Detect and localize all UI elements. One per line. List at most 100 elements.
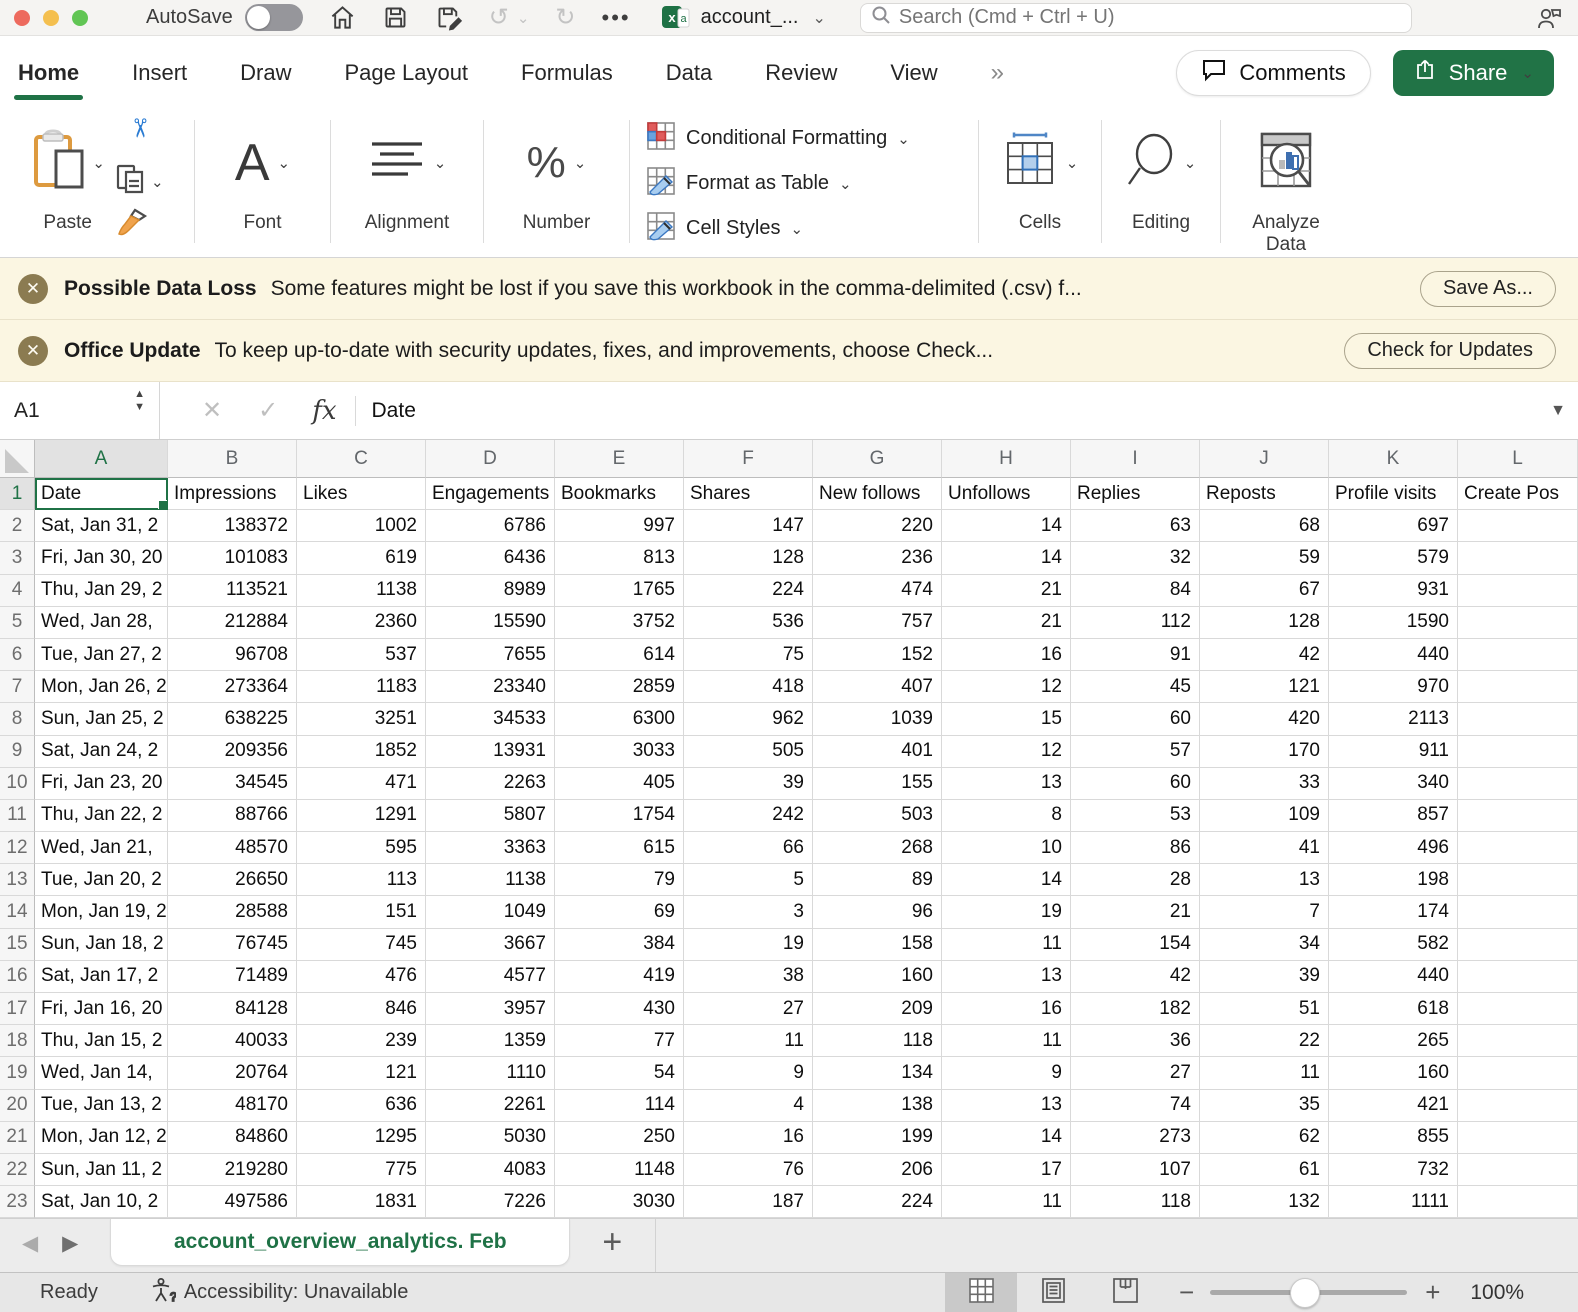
cell-G5[interactable]: 757: [813, 606, 942, 639]
cell-K22[interactable]: 732: [1329, 1153, 1458, 1187]
cell-E16[interactable]: 419: [555, 960, 684, 993]
cell-L20[interactable]: [1458, 1089, 1578, 1122]
cell-K2[interactable]: 697: [1329, 510, 1458, 543]
cell-I2[interactable]: 63: [1071, 510, 1200, 543]
cell-I1[interactable]: Replies: [1071, 478, 1200, 511]
cell-I13[interactable]: 28: [1071, 864, 1200, 897]
cell-E23[interactable]: 3030: [555, 1186, 684, 1218]
cell-H21[interactable]: 14: [942, 1121, 1071, 1154]
formula-bar-value[interactable]: Date: [372, 399, 416, 423]
cell-G16[interactable]: 160: [813, 960, 942, 993]
cell-A5[interactable]: Wed, Jan 28,: [35, 606, 168, 639]
active-sheet-tab[interactable]: account_overview_analytics. Feb: [110, 1219, 571, 1266]
cell-K15[interactable]: 582: [1329, 928, 1458, 961]
row-header-21[interactable]: 21: [0, 1121, 35, 1154]
cell-C9[interactable]: 1852: [297, 735, 426, 768]
cell-H13[interactable]: 14: [942, 864, 1071, 897]
zoom-window-button[interactable]: [72, 9, 88, 26]
cell-F2[interactable]: 147: [684, 510, 813, 543]
cell-H23[interactable]: 11: [942, 1186, 1071, 1218]
cell-K20[interactable]: 421: [1329, 1089, 1458, 1122]
cell-E3[interactable]: 813: [555, 542, 684, 575]
cell-G10[interactable]: 155: [813, 767, 942, 800]
cell-L5[interactable]: [1458, 606, 1578, 639]
more-commands-icon[interactable]: •••: [602, 5, 631, 31]
cell-K11[interactable]: 857: [1329, 799, 1458, 833]
cell-J22[interactable]: 61: [1200, 1153, 1329, 1187]
cell-E14[interactable]: 69: [555, 896, 684, 929]
cell-A20[interactable]: Tue, Jan 13, 2: [35, 1089, 168, 1122]
cell-B17[interactable]: 84128: [168, 993, 297, 1026]
cell-C3[interactable]: 619: [297, 542, 426, 575]
column-header-C[interactable]: C: [297, 440, 426, 478]
cell-I21[interactable]: 273: [1071, 1121, 1200, 1154]
home-icon[interactable]: [329, 4, 356, 31]
page-break-view-button[interactable]: [1089, 1273, 1161, 1312]
cell-I11[interactable]: 53: [1071, 799, 1200, 833]
cell-A6[interactable]: Tue, Jan 27, 2: [35, 638, 168, 672]
row-header-22[interactable]: 22: [0, 1153, 35, 1187]
cell-I3[interactable]: 32: [1071, 542, 1200, 575]
cell-D22[interactable]: 4083: [426, 1153, 555, 1187]
row-header-15[interactable]: 15: [0, 928, 35, 961]
cell-G21[interactable]: 199: [813, 1121, 942, 1154]
cell-A12[interactable]: Wed, Jan 21,: [35, 832, 168, 865]
cell-B13[interactable]: 26650: [168, 864, 297, 897]
cell-A4[interactable]: Thu, Jan 29, 2: [35, 574, 168, 607]
column-header-K[interactable]: K: [1329, 440, 1458, 478]
cell-C22[interactable]: 775: [297, 1153, 426, 1187]
cell-D14[interactable]: 1049: [426, 896, 555, 929]
column-header-H[interactable]: H: [942, 440, 1071, 478]
cell-A18[interactable]: Thu, Jan 15, 2: [35, 1025, 168, 1058]
cell-B23[interactable]: 497586: [168, 1186, 297, 1218]
share-button[interactable]: Share ⌄: [1392, 50, 1554, 96]
cell-L8[interactable]: [1458, 703, 1578, 736]
cell-D13[interactable]: 1138: [426, 864, 555, 897]
cell-J19[interactable]: 11: [1200, 1057, 1329, 1090]
zoom-slider-thumb[interactable]: [1289, 1277, 1320, 1308]
cell-E4[interactable]: 1765: [555, 574, 684, 607]
cut-icon[interactable]: ✂: [124, 117, 155, 166]
cell-G2[interactable]: 220: [813, 510, 942, 543]
cell-F18[interactable]: 11: [684, 1025, 813, 1058]
cell-K12[interactable]: 496: [1329, 832, 1458, 865]
cell-L18[interactable]: [1458, 1025, 1578, 1058]
dismiss-notification-icon[interactable]: ✕: [18, 335, 48, 366]
cell-C4[interactable]: 1138: [297, 574, 426, 607]
cell-H18[interactable]: 11: [942, 1025, 1071, 1058]
cell-K3[interactable]: 579: [1329, 542, 1458, 575]
cell-K1[interactable]: Profile visits: [1329, 478, 1458, 511]
alignment-chevron-icon[interactable]: ⌄: [434, 154, 447, 172]
row-header-7[interactable]: 7: [0, 671, 35, 704]
cell-B21[interactable]: 84860: [168, 1121, 297, 1154]
cell-G6[interactable]: 152: [813, 638, 942, 672]
cell-E12[interactable]: 615: [555, 832, 684, 865]
save-as-button[interactable]: Save As...: [1419, 270, 1556, 307]
cell-F16[interactable]: 38: [684, 960, 813, 993]
cell-D19[interactable]: 1110: [426, 1057, 555, 1090]
cell-B3[interactable]: 101083: [168, 542, 297, 575]
cell-L4[interactable]: [1458, 574, 1578, 607]
cell-L13[interactable]: [1458, 864, 1578, 897]
tab-home[interactable]: Home: [13, 52, 84, 100]
cell-F3[interactable]: 128: [684, 542, 813, 575]
cell-C18[interactable]: 239: [297, 1025, 426, 1058]
cell-L3[interactable]: [1458, 542, 1578, 575]
tab-page-layout[interactable]: Page Layout: [343, 52, 471, 94]
cell-B22[interactable]: 219280: [168, 1153, 297, 1187]
tab-data[interactable]: Data: [664, 52, 714, 94]
cell-L21[interactable]: [1458, 1121, 1578, 1154]
cell-J23[interactable]: 132: [1200, 1186, 1329, 1218]
name-box[interactable]: A1 ▲ ▼: [0, 382, 160, 439]
cell-C15[interactable]: 745: [297, 928, 426, 961]
cell-K7[interactable]: 970: [1329, 671, 1458, 704]
column-header-F[interactable]: F: [684, 440, 813, 478]
cell-H1[interactable]: Unfollows: [942, 478, 1071, 511]
column-header-G[interactable]: G: [813, 440, 942, 478]
column-header-I[interactable]: I: [1071, 440, 1200, 478]
cell-E22[interactable]: 1148: [555, 1153, 684, 1187]
next-sheet-icon[interactable]: ▶: [62, 1231, 78, 1256]
copy-icon[interactable]: [115, 163, 145, 200]
cell-I16[interactable]: 42: [1071, 960, 1200, 993]
row-header-17[interactable]: 17: [0, 993, 35, 1026]
